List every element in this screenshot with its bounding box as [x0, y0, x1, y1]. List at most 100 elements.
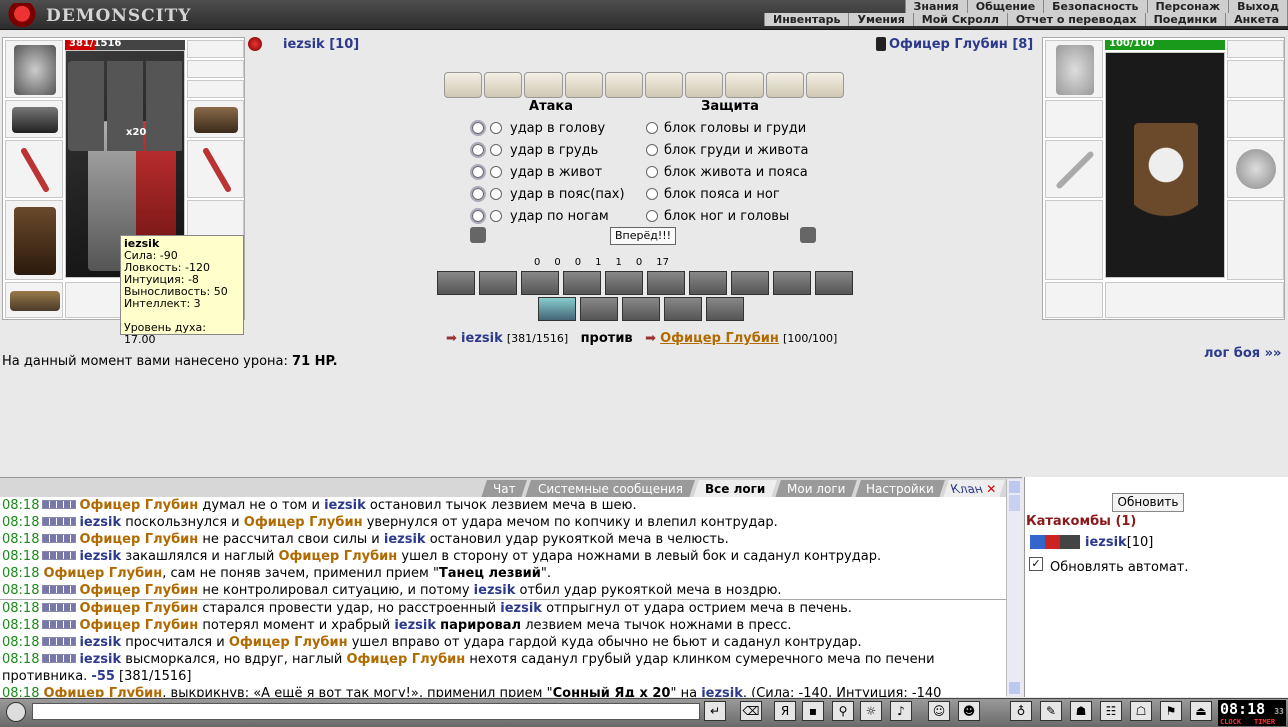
enemy-link[interactable]: Офицер Глубин	[79, 583, 198, 598]
block-chest-belly[interactable]: блок груди и живота	[646, 139, 809, 161]
member-name[interactable]: iezsik	[1085, 535, 1127, 550]
skill-button[interactable]	[706, 297, 744, 321]
menu-character[interactable]: Персонаж	[1148, 0, 1230, 13]
attack-radio[interactable]	[470, 186, 486, 202]
skill-button[interactable]	[689, 271, 727, 295]
menu-profile[interactable]: Анкета	[1226, 13, 1288, 26]
save-icon[interactable]: ▪	[802, 701, 824, 721]
menu-scroll[interactable]: Мой Скролл	[914, 13, 1008, 26]
player-link[interactable]: iezsik	[394, 618, 436, 633]
player-link[interactable]: iezsik	[79, 652, 121, 667]
player-link[interactable]: iezsik	[79, 515, 121, 530]
block-belly-waist[interactable]: блок живота и пояса	[646, 161, 808, 183]
flag-icon[interactable]: ⚑	[1160, 701, 1182, 721]
enemy-link[interactable]: Офицер Глубин	[346, 652, 465, 667]
scroll-slot[interactable]	[805, 72, 845, 98]
battle-log-link[interactable]: лог боя »»	[1204, 346, 1281, 361]
attack-radio[interactable]	[470, 164, 486, 180]
skill-button[interactable]	[815, 271, 853, 295]
walk-icon[interactable]: ⚲	[832, 701, 854, 721]
skill-button[interactable]	[563, 271, 601, 295]
enemy-link[interactable]: Офицер Глубин	[244, 515, 363, 530]
belt-slot[interactable]	[5, 282, 63, 318]
enemy-name[interactable]: Офицер Глубин [8]	[889, 37, 1033, 52]
skill-button[interactable]	[622, 297, 660, 321]
scroll-slot[interactable]	[604, 72, 644, 98]
menu-communication[interactable]: Общение	[968, 0, 1045, 13]
skill-button[interactable]	[538, 297, 576, 321]
block-radio[interactable]	[646, 166, 658, 178]
menu-security[interactable]: Безопасность	[1044, 0, 1148, 13]
forward-button[interactable]: Вперёд!!!	[610, 227, 676, 245]
block-head-chest[interactable]: блок головы и груди	[646, 117, 806, 139]
player-link[interactable]: iezsik	[79, 549, 121, 564]
menu-skills[interactable]: Умения	[849, 13, 914, 26]
attack-radio[interactable]	[470, 120, 486, 136]
map-icon[interactable]: ☷	[1100, 701, 1122, 721]
amulet-slot[interactable]	[187, 60, 244, 78]
skill-button[interactable]	[731, 271, 769, 295]
friends-icon[interactable]: ☻	[958, 701, 980, 721]
update-button[interactable]: Обновить	[1112, 493, 1184, 512]
attack-radio[interactable]	[490, 166, 502, 178]
menu-exit[interactable]: Выход	[1229, 0, 1288, 13]
scroll-slot[interactable]	[484, 72, 523, 98]
skill-button[interactable]	[773, 271, 811, 295]
menu-duels[interactable]: Поединки	[1146, 13, 1227, 26]
attack-radio[interactable]	[490, 210, 502, 222]
attack-radio[interactable]	[490, 188, 502, 200]
helmet-slot[interactable]	[5, 40, 63, 98]
send-icon[interactable]: ↵	[704, 701, 726, 721]
skill-button[interactable]	[664, 297, 702, 321]
tab-system[interactable]: Системные сообщения	[525, 480, 695, 498]
scroll-slot[interactable]	[725, 72, 764, 98]
inventory-icon[interactable]: ☖	[1130, 701, 1152, 721]
scroll-slot[interactable]	[444, 72, 483, 98]
weapon-right-slot[interactable]	[187, 140, 244, 198]
player-link[interactable]: iezsik	[384, 532, 426, 547]
tab-clan[interactable]: Клан ✕	[943, 480, 1005, 498]
scroll-up-icon[interactable]	[1009, 481, 1020, 493]
versus-player[interactable]: iezsik	[461, 331, 503, 346]
chat-input[interactable]	[32, 703, 700, 720]
block-legs-head[interactable]: блок ног и головы	[646, 205, 789, 227]
sound-icon[interactable]: ♪	[890, 701, 912, 721]
attack-radio[interactable]	[470, 142, 486, 158]
tab-all-logs[interactable]: Все логи	[693, 480, 777, 498]
block-radio[interactable]	[646, 122, 658, 134]
player-link[interactable]: iezsik	[474, 583, 516, 598]
versus-enemy[interactable]: Офицер Глубин	[660, 331, 779, 346]
menu-knowledge[interactable]: Знания	[906, 0, 968, 13]
tab-my-logs[interactable]: Мои логи	[775, 480, 857, 498]
player-link[interactable]: iezsik	[500, 601, 542, 616]
close-icon[interactable]: ✕	[987, 482, 997, 496]
enemy-link[interactable]: Офицер Глубин	[79, 618, 198, 633]
chat-mode-icon[interactable]	[6, 702, 26, 722]
enemy-link[interactable]: Офицер Глубин	[278, 549, 397, 564]
enemy-link[interactable]: Офицер Глубин	[79, 498, 198, 513]
scroll-slot[interactable]	[645, 72, 684, 98]
block-waist-legs[interactable]: блок пояса и ног	[646, 183, 780, 205]
scroll-thumb[interactable]	[1009, 495, 1020, 511]
enemy-link[interactable]: Офицер Глубин	[229, 635, 348, 650]
block-radio[interactable]	[646, 144, 658, 156]
scroll-slot[interactable]	[524, 72, 563, 98]
attack-chest[interactable]: удар в грудь	[470, 139, 598, 161]
block-radio[interactable]	[646, 210, 658, 222]
mask-icon[interactable]: ☗	[1070, 701, 1092, 721]
location-member[interactable]: iezsik[10]	[1085, 535, 1153, 550]
attack-radio[interactable]	[490, 144, 502, 156]
enemy-link[interactable]: Офицер Глубин	[43, 686, 162, 697]
player-name[interactable]: iezsik [10]	[283, 37, 359, 52]
attack-radio[interactable]	[490, 122, 502, 134]
skill-button[interactable]	[580, 297, 618, 321]
skill-button[interactable]	[521, 271, 559, 295]
clear-icon[interactable]: ⌫	[740, 701, 762, 721]
player-link[interactable]: iezsik	[79, 635, 121, 650]
menu-inventory[interactable]: Инвентарь	[765, 13, 850, 26]
skill-button[interactable]	[437, 271, 475, 295]
scroll-slot[interactable]	[564, 72, 603, 98]
enemy-link[interactable]: Офицер Глубин	[79, 601, 198, 616]
scroll-down-icon[interactable]	[1009, 682, 1020, 694]
player-link[interactable]: iezsik	[324, 498, 366, 513]
